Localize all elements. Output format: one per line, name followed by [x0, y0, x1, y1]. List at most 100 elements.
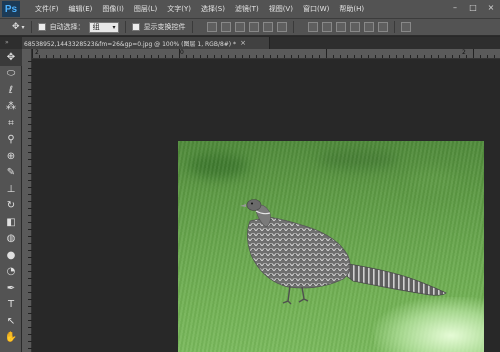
separator [191, 21, 193, 33]
ruler-tick [28, 285, 32, 286]
ruler-tick [28, 82, 32, 83]
ruler-tick [137, 55, 138, 58]
blur-tool-button[interactable]: ● [0, 247, 22, 264]
ruler-tick [214, 55, 215, 58]
options-bar: ✥ ▾ 自动选择： 组 ▾ 显示变换控件 [0, 18, 500, 36]
distribute-left-icon[interactable] [349, 22, 360, 32]
auto-select-checkbox[interactable] [37, 23, 46, 31]
ruler-tick [28, 341, 32, 342]
menu-image[interactable]: 图像(I) [97, 4, 129, 14]
ruler-tick [67, 55, 68, 58]
type-tool-button[interactable]: T [0, 297, 22, 314]
eyedropper-tool-button[interactable]: ⚲ [0, 132, 22, 149]
history-brush-icon: ↻ [6, 200, 16, 212]
gradient-tool-button[interactable]: ◍ [0, 231, 22, 248]
ruler-tick [28, 75, 32, 76]
panel-collapse-icon[interactable]: » [5, 39, 9, 46]
stamp-tool-button[interactable]: ⊥ [0, 181, 22, 198]
dodge-tool-button[interactable]: ◔ [0, 264, 22, 281]
menu-filter[interactable]: 滤镜(T) [230, 4, 264, 14]
ruler-tick [28, 180, 32, 181]
healing-tool-button[interactable]: ⊕ [0, 148, 22, 165]
auto-select-dropdown[interactable]: 组 ▾ [88, 21, 119, 33]
ruler-tick [28, 138, 32, 139]
align-left-icon[interactable] [248, 22, 259, 32]
ruler-tick [28, 257, 32, 258]
horizontal-ruler[interactable]: 2 0 2 [32, 49, 500, 59]
ruler-tick [39, 55, 40, 58]
ruler-tick [333, 55, 334, 58]
ruler-tick [193, 55, 194, 58]
ruler-tick [417, 55, 418, 58]
path-select-tool-button[interactable]: ↖ [0, 313, 22, 330]
show-transform-checkbox[interactable] [131, 23, 140, 31]
distribute-bottom-icon[interactable] [335, 22, 346, 32]
distribute-hcenter-icon[interactable] [363, 22, 374, 32]
ruler-tick [28, 166, 32, 167]
document-image[interactable] [178, 141, 484, 352]
pheasant-bird [240, 199, 447, 305]
ruler-tick [28, 110, 32, 111]
ruler-tick [263, 55, 264, 58]
ruler-tick [186, 55, 187, 58]
blur-icon: ● [6, 249, 16, 261]
maximize-button[interactable]: □ [468, 3, 478, 13]
menu-type[interactable]: 文字(Y) [162, 4, 196, 14]
align-right-icon[interactable] [276, 22, 287, 32]
ruler-tick [53, 55, 54, 58]
menu-view[interactable]: 视图(V) [264, 4, 298, 14]
menu-file[interactable]: 文件(F) [30, 4, 64, 14]
vertical-ruler[interactable] [22, 49, 32, 352]
quick-select-tool-button[interactable]: ⁂ [0, 99, 22, 116]
separator [292, 21, 294, 33]
align-bottom-icon[interactable] [234, 22, 245, 32]
auto-align-icon[interactable] [400, 22, 411, 32]
distribute-vcenter-icon[interactable] [321, 22, 332, 32]
ruler-tick [291, 55, 292, 58]
tab-close-button[interactable]: × [240, 39, 246, 47]
brush-tool-button[interactable]: ✎ [0, 165, 22, 182]
document-tab[interactable]: 68538952,1443328523&fm=26&gp=0.jpg @ 100… [22, 37, 270, 49]
minimize-button[interactable]: – [450, 3, 460, 13]
show-transform-label: 显示变换控件 [143, 23, 186, 31]
ruler-tick [200, 55, 201, 58]
close-button[interactable]: × [486, 3, 496, 13]
ruler-label: 0 [180, 49, 184, 56]
crop-tool-button[interactable]: ⌗ [0, 115, 22, 132]
pen-tool-button[interactable]: ✒ [0, 280, 22, 297]
distribute-top-icon[interactable] [307, 22, 318, 32]
separator [30, 21, 32, 33]
marquee-tool-button[interactable]: ⬭ [0, 66, 22, 83]
hand-tool-button[interactable]: ✋ [0, 330, 22, 347]
eraser-tool-button[interactable]: ◧ [0, 214, 22, 231]
menu-bar: Ps 文件(F) 编辑(E) 图像(I) 图层(L) 文字(Y) 选择(S) 滤… [0, 0, 500, 18]
ruler-tick [28, 327, 32, 328]
move-tool-button[interactable]: ✥ [0, 49, 22, 66]
menu-layer[interactable]: 图层(L) [129, 4, 162, 14]
align-top-icon[interactable] [206, 22, 217, 32]
distribute-buttons [307, 22, 388, 32]
ruler-tick [28, 201, 32, 202]
ruler-tick [473, 49, 474, 58]
history-brush-tool-button[interactable]: ↻ [0, 198, 22, 215]
menu-edit[interactable]: 编辑(E) [64, 4, 98, 14]
ruler-tick [28, 292, 32, 293]
move-icon: ✥ [12, 22, 20, 32]
ruler-tick [165, 55, 166, 58]
lasso-tool-button[interactable]: ℓ [0, 82, 22, 99]
align-hcenter-icon[interactable] [262, 22, 273, 32]
ruler-tick [81, 55, 82, 58]
menu-help[interactable]: 帮助(H) [334, 4, 369, 14]
tool-preset-picker[interactable]: ✥ ▾ [12, 22, 25, 32]
menu-select[interactable]: 选择(S) [196, 4, 230, 14]
ruler-tick [221, 55, 222, 58]
ruler-tick [28, 124, 32, 125]
menu-window[interactable]: 窗口(W) [298, 4, 334, 14]
distribute-right-icon[interactable] [377, 22, 388, 32]
ruler-tick [28, 61, 32, 62]
ruler-tick [494, 55, 495, 58]
align-vcenter-icon[interactable] [220, 22, 231, 32]
ruler-tick [28, 117, 32, 118]
ruler-tick [28, 96, 32, 97]
ruler-tick [102, 55, 103, 58]
